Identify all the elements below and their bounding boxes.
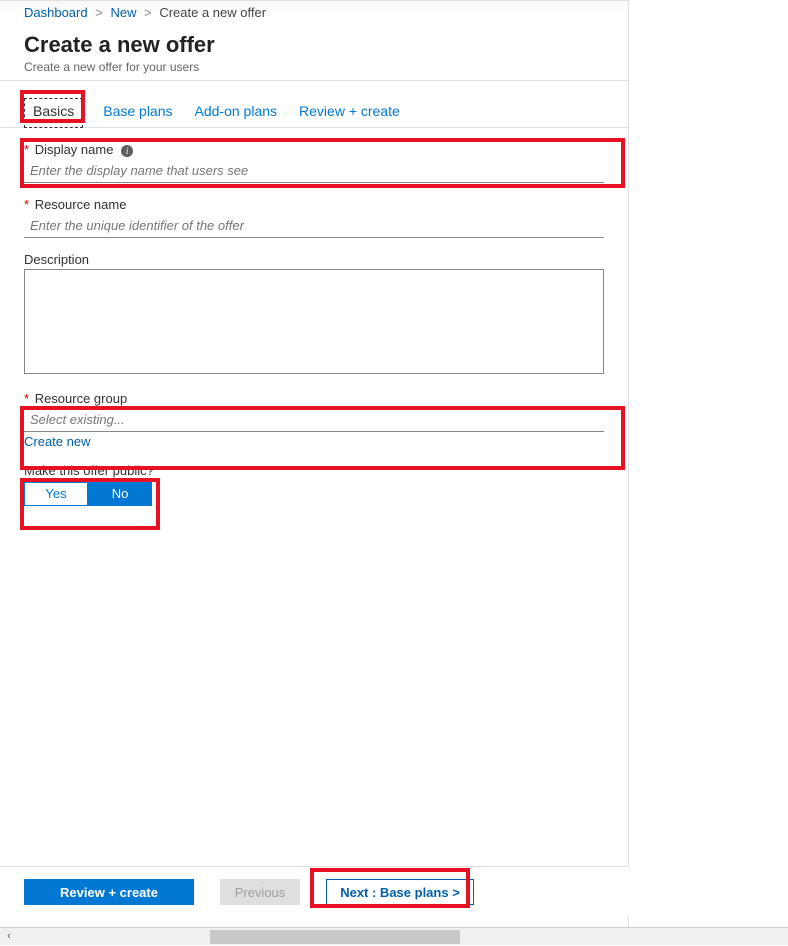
page-subtitle: Create a new offer for your users bbox=[24, 60, 604, 74]
field-resource-name: * Resource name bbox=[24, 197, 604, 238]
resource-name-input[interactable] bbox=[24, 214, 604, 238]
horizontal-scrollbar[interactable]: ‹ bbox=[0, 927, 788, 945]
breadcrumb: Dashboard > New > Create a new offer bbox=[0, 0, 628, 22]
breadcrumb-current: Create a new offer bbox=[159, 5, 266, 20]
page-title: Create a new offer bbox=[24, 32, 604, 58]
tab-base-plans[interactable]: Base plans bbox=[101, 97, 174, 127]
create-new-link[interactable]: Create new bbox=[24, 434, 90, 449]
field-make-public: Make this offer public? Yes No bbox=[24, 463, 604, 506]
required-icon: * bbox=[24, 391, 29, 406]
review-create-button[interactable]: Review + create bbox=[24, 879, 194, 905]
public-toggle: Yes No bbox=[24, 482, 604, 506]
description-input[interactable] bbox=[24, 269, 604, 374]
breadcrumb-dashboard[interactable]: Dashboard bbox=[24, 5, 88, 20]
field-resource-group: * Resource group Select existing... Crea… bbox=[24, 391, 604, 449]
required-icon: * bbox=[24, 142, 29, 157]
resource-name-label: Resource name bbox=[35, 197, 127, 212]
resource-group-select[interactable]: Select existing... bbox=[24, 408, 604, 432]
chevron-right-icon: > bbox=[144, 5, 152, 20]
breadcrumb-new[interactable]: New bbox=[110, 5, 136, 20]
chevron-right-icon: > bbox=[95, 5, 103, 20]
tab-bar: Basics Base plans Add-on plans Review + … bbox=[0, 81, 628, 128]
display-name-label: Display name bbox=[35, 142, 114, 157]
next-button[interactable]: Next : Base plans > bbox=[326, 879, 474, 905]
tab-basics[interactable]: Basics bbox=[24, 98, 83, 128]
public-yes-button[interactable]: Yes bbox=[24, 482, 88, 506]
make-public-label: Make this offer public? bbox=[24, 463, 154, 478]
info-icon[interactable]: i bbox=[121, 145, 133, 157]
tab-review-create[interactable]: Review + create bbox=[297, 97, 402, 127]
description-label: Description bbox=[24, 252, 89, 267]
public-no-button[interactable]: No bbox=[88, 482, 152, 506]
scroll-left-icon[interactable]: ‹ bbox=[0, 928, 18, 946]
field-display-name: * Display name i bbox=[24, 142, 604, 183]
field-description: Description bbox=[24, 252, 604, 377]
footer-bar: Review + create Previous Next : Base pla… bbox=[0, 866, 629, 917]
tab-addon-plans[interactable]: Add-on plans bbox=[193, 97, 280, 127]
display-name-input[interactable] bbox=[24, 159, 604, 183]
resource-group-label: Resource group bbox=[35, 391, 128, 406]
previous-button: Previous bbox=[220, 879, 300, 905]
page-header: Create a new offer Create a new offer fo… bbox=[0, 22, 628, 81]
scroll-thumb[interactable] bbox=[210, 930, 460, 944]
required-icon: * bbox=[24, 197, 29, 212]
